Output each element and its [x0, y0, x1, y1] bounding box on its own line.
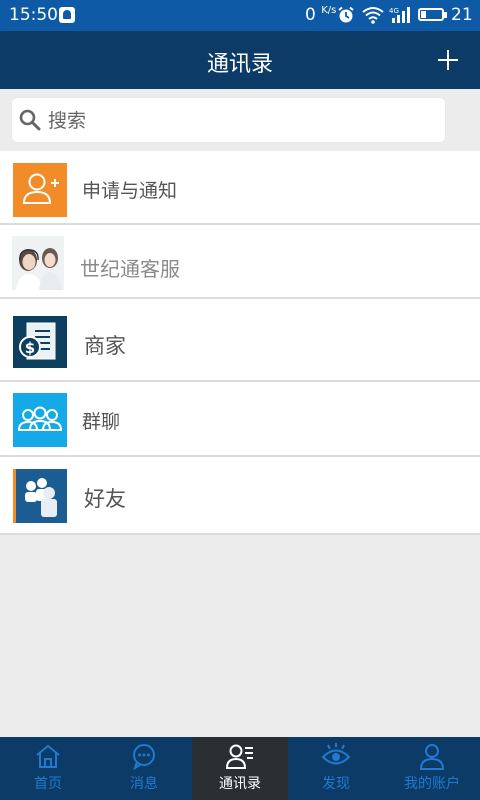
alarm-icon [338, 6, 354, 23]
home-icon [36, 744, 60, 768]
add-user-icon [13, 163, 67, 217]
battery-level: 21 [451, 5, 473, 25]
title-bar: 通讯录 [0, 31, 480, 89]
battery-icon [418, 8, 447, 21]
list-item-label: 好友 [84, 487, 126, 511]
tab-my-account[interactable]: 我的账户 [384, 737, 480, 800]
page-title: 通讯录 [206, 52, 273, 77]
contacts-icon [225, 744, 253, 769]
list-item-label: 商家 [84, 334, 126, 358]
list-item-label: 申请与通知 [82, 180, 178, 202]
contact-list: 申请与通知 世纪通客服 $ 商家 群聊 好友 [0, 151, 480, 535]
status-bar: 15:50 0 K/s 4G 21 [0, 0, 480, 31]
search-input[interactable] [46, 98, 430, 144]
tab-label: 我的账户 [404, 776, 460, 792]
notification-icon [59, 7, 75, 23]
search-icon [19, 109, 41, 131]
svg-text:$: $ [25, 339, 35, 357]
group-chat-icon [13, 393, 67, 447]
search-box[interactable] [12, 98, 445, 144]
speed-value: 0 [305, 5, 316, 25]
tab-messages[interactable]: 消息 [96, 737, 192, 800]
signal-icon: 4G [389, 7, 410, 23]
add-button[interactable] [432, 44, 464, 76]
message-icon [133, 744, 155, 770]
tab-discover[interactable]: 发现 [288, 737, 384, 800]
speed-unit: K/s [321, 5, 337, 16]
friends-icon [13, 469, 67, 523]
list-item-friends[interactable]: 好友 [0, 457, 480, 535]
tab-home[interactable]: 首页 [0, 737, 96, 800]
list-item-label: 世纪通客服 [80, 257, 180, 281]
network-type: 4G [389, 7, 399, 15]
tab-label: 发现 [322, 776, 350, 792]
network-speed: 0 K/s [305, 5, 336, 25]
status-time: 15:50 [9, 5, 58, 25]
tab-label: 首页 [34, 776, 62, 792]
merchant-icon: $ [13, 316, 67, 368]
customer-service-photo [12, 236, 64, 290]
tab-label: 消息 [130, 776, 158, 792]
list-item-requests-notifications[interactable]: 申请与通知 [0, 151, 480, 225]
user-icon [419, 744, 445, 770]
search-area [0, 89, 480, 151]
bottom-nav: 首页 消息 通讯录 发现 我的账户 [0, 737, 480, 800]
eye-icon [321, 743, 351, 765]
list-item-label: 群聊 [82, 411, 121, 433]
tab-label: 通讯录 [219, 776, 261, 792]
wifi-icon [362, 7, 384, 24]
battery-fill [421, 11, 426, 18]
list-item-merchants[interactable]: $ 商家 [0, 299, 480, 382]
list-item-group-chats[interactable]: 群聊 [0, 382, 480, 457]
tab-contacts[interactable]: 通讯录 [192, 737, 288, 800]
list-item-customer-service[interactable]: 世纪通客服 [0, 225, 480, 299]
